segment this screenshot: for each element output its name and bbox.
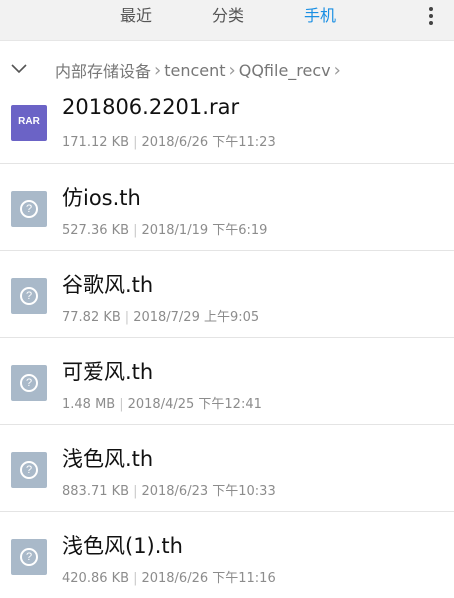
- file-date: 2018/7/29 上午9:05: [133, 310, 260, 325]
- breadcrumb-item-qqfile-recv[interactable]: QQfile_recv: [239, 61, 331, 80]
- file-meta: 77.82 KB | 2018/7/29 上午9:05: [62, 310, 260, 325]
- breadcrumb-bar: 内部存储设备 › tencent › QQfile_recv ›: [0, 41, 454, 95]
- chevron-right-icon: ›: [228, 59, 236, 81]
- file-list: RAR 201806.2201.rar 171.12 KB | 2018/6/26 …: [0, 95, 454, 598]
- unknown-file-icon: ?: [11, 191, 47, 227]
- file-size: 883.71 KB: [62, 484, 130, 499]
- chevron-right-icon: ›: [154, 59, 162, 81]
- rar-icon-label: RAR: [18, 116, 40, 127]
- breadcrumb-item-storage[interactable]: 内部存储设备: [55, 58, 151, 82]
- list-item[interactable]: ? 可爱风.th 1.48 MB | 2018/4/25 下午12:41: [0, 338, 454, 425]
- chevron-down-icon[interactable]: [10, 61, 28, 75]
- breadcrumb-item-tencent[interactable]: tencent: [164, 61, 225, 80]
- breadcrumb: 内部存储设备 › tencent › QQfile_recv ›: [55, 58, 344, 82]
- file-size: 420.86 KB: [62, 571, 130, 586]
- file-name: 浅色风(1).th: [62, 534, 183, 558]
- tab-phone[interactable]: 手机: [304, 6, 336, 26]
- unknown-file-icon: ?: [11, 539, 47, 575]
- list-item[interactable]: RAR 201806.2201.rar 171.12 KB | 2018/6/26 …: [0, 95, 454, 164]
- chevron-right-icon: ›: [333, 59, 341, 81]
- file-name: 201806.2201.rar: [62, 95, 240, 119]
- file-size: 77.82 KB: [62, 310, 121, 325]
- list-item[interactable]: ? 浅色风(1).th 420.86 KB | 2018/6/26 下午11:16: [0, 512, 454, 598]
- rar-icon: RAR: [11, 105, 47, 141]
- tab-recent[interactable]: 最近: [120, 6, 152, 26]
- more-options-icon[interactable]: [426, 5, 436, 29]
- file-meta: 420.86 KB | 2018/6/26 下午11:16: [62, 571, 276, 586]
- list-item[interactable]: ? 仿ios.th 527.36 KB | 2018/1/19 下午6:19: [0, 164, 454, 251]
- file-meta: 883.71 KB | 2018/6/23 下午10:33: [62, 484, 276, 499]
- file-date: 2018/6/23 下午10:33: [141, 484, 276, 499]
- file-date: 2018/1/19 下午6:19: [141, 223, 268, 238]
- file-size: 527.36 KB: [62, 223, 130, 238]
- list-item[interactable]: ? 谷歌风.th 77.82 KB | 2018/7/29 上午9:05: [0, 251, 454, 338]
- file-name: 仿ios.th: [62, 186, 141, 210]
- file-name: 可爱风.th: [62, 360, 154, 384]
- file-date: 2018/6/26 下午11:23: [141, 135, 276, 150]
- file-size: 171.12 KB: [62, 135, 130, 150]
- top-tab-bar: 最近 分类 手机: [0, 0, 454, 41]
- file-date: 2018/6/26 下午11:16: [141, 571, 276, 586]
- file-name: 浅色风.th: [62, 447, 154, 471]
- file-meta: 1.48 MB | 2018/4/25 下午12:41: [62, 397, 262, 412]
- list-item[interactable]: ? 浅色风.th 883.71 KB | 2018/6/23 下午10:33: [0, 425, 454, 512]
- tab-category[interactable]: 分类: [212, 6, 244, 26]
- file-date: 2018/4/25 下午12:41: [127, 397, 262, 412]
- file-name: 谷歌风.th: [62, 273, 154, 297]
- unknown-file-icon: ?: [11, 452, 47, 488]
- file-meta: 527.36 KB | 2018/1/19 下午6:19: [62, 223, 268, 238]
- file-size: 1.48 MB: [62, 397, 116, 412]
- file-meta: 171.12 KB | 2018/6/26 下午11:23: [62, 135, 276, 150]
- unknown-file-icon: ?: [11, 365, 47, 401]
- unknown-file-icon: ?: [11, 278, 47, 314]
